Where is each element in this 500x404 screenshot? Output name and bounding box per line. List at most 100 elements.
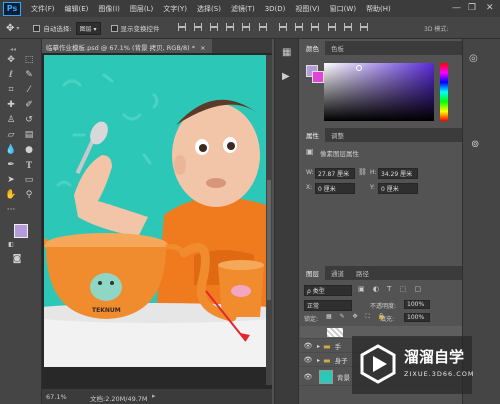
align-middle-icon[interactable] (193, 23, 202, 31)
group-expand-icon[interactable]: ▸ (317, 357, 320, 364)
distribute-right-icon[interactable] (360, 23, 369, 31)
menu-window[interactable]: 窗口(W) (330, 4, 356, 14)
height-field[interactable]: 34.29 厘米 (378, 168, 418, 179)
tab-color[interactable]: 颜色 (300, 41, 325, 55)
marquee-tool-icon[interactable]: ⬚ (22, 54, 36, 67)
crop-tool-icon[interactable]: ⌗ (4, 84, 18, 97)
history-brush-tool-icon[interactable]: ↺ (22, 114, 36, 127)
align-left-icon[interactable] (226, 23, 235, 31)
menu-layer[interactable]: 图层(L) (130, 4, 153, 14)
canvas-scrollbar-thumb[interactable] (267, 180, 271, 300)
opacity-field[interactable]: 100% (404, 300, 430, 309)
tool-preset-chevron-icon[interactable]: ▾ (16, 25, 19, 32)
menu-image[interactable]: 图像(I) (98, 4, 120, 14)
menu-type[interactable]: 文字(Y) (163, 4, 187, 14)
menu-edit[interactable]: 编辑(E) (65, 4, 89, 14)
close-button[interactable]: ✕ (486, 3, 494, 13)
blur-tool-icon[interactable]: 💧 (4, 144, 18, 157)
layer-name[interactable]: 背景 (337, 372, 350, 382)
quick-select-tool-icon[interactable]: ✎ (22, 69, 36, 82)
move-tool-icon[interactable]: ✥ (4, 54, 18, 67)
tab-layers[interactable]: 图层 (300, 266, 325, 280)
zoom-tool-icon[interactable]: ⚲ (22, 189, 36, 202)
distribute-left-icon[interactable] (327, 23, 336, 31)
color-picker-cursor[interactable] (356, 65, 362, 71)
default-colors-icon[interactable]: ◧ (4, 238, 18, 251)
lock-icons[interactable]: ▦ ✎ ✥ ⛶ 🔒 (326, 313, 388, 321)
tab-paths[interactable]: 路径 (350, 266, 375, 280)
blend-mode-dropdown[interactable]: 正常 (304, 300, 352, 311)
site-watermark: 溜溜自学 ZIXUE.3D66.COM (352, 336, 474, 394)
menu-3d[interactable]: 3D(D) (265, 5, 286, 13)
close-document-icon[interactable]: × (200, 44, 205, 52)
auto-select-checkbox[interactable] (33, 24, 41, 32)
dodge-tool-icon[interactable]: ● (22, 144, 36, 157)
hand-tool-icon[interactable]: ✋ (4, 189, 18, 202)
layer-filter-dropdown[interactable]: ρ 类型 (304, 285, 352, 296)
brush-tool-icon[interactable]: ✐ (22, 99, 36, 112)
status-menu-arrow-icon[interactable]: ▸ (152, 392, 156, 400)
align-center-icon[interactable] (242, 23, 251, 31)
distribute-center-icon[interactable] (343, 23, 352, 31)
document-tab[interactable]: 临摹作业模板.psd @ 67.1% (背景 拷贝, RGB/8) * × (42, 39, 212, 53)
properties-panel-tabs: 属性 调整 (300, 128, 462, 142)
align-top-icon[interactable] (177, 23, 186, 31)
path-selection-tool-icon[interactable]: ➤ (4, 174, 18, 187)
layer-visibility-icon[interactable]: 👁 (303, 356, 313, 364)
layer-name[interactable]: 手 (335, 341, 342, 351)
menu-view[interactable]: 视图(V) (295, 4, 319, 14)
menu-select[interactable]: 选择(S) (197, 4, 221, 14)
group-expand-icon[interactable]: ▸ (317, 343, 320, 350)
auto-select-dropdown[interactable]: 图层 ▾ (75, 21, 101, 35)
navigator-panel-icon[interactable]: ⊚ (471, 139, 479, 150)
distribute-bottom-icon[interactable] (311, 23, 320, 31)
minimize-button[interactable]: — (452, 3, 461, 13)
width-field[interactable]: 27.87 厘米 (315, 168, 355, 179)
layer-filter-icons[interactable]: ▣ ◐ T ⬚ ▢ (358, 285, 424, 293)
show-transform-checkbox[interactable] (110, 24, 118, 32)
gradient-tool-icon[interactable]: ▤ (22, 129, 36, 142)
type-tool-icon[interactable]: T (22, 159, 36, 172)
tab-adjustments[interactable]: 调整 (325, 128, 350, 142)
x-field[interactable]: 0 厘米 (315, 183, 355, 194)
history-panel-icon[interactable]: ▦ (282, 47, 291, 58)
tab-channels[interactable]: 通道 (325, 266, 350, 280)
menu-help[interactable]: 帮助(H) (366, 4, 391, 14)
canvas-image[interactable]: TEKNUM (44, 55, 266, 367)
more-tools-icon[interactable]: ··· (4, 204, 18, 217)
link-dimensions-icon[interactable]: ⛓ (358, 168, 367, 176)
layer-visibility-icon[interactable]: 👁 (303, 342, 313, 350)
color-panel-background-swatch[interactable] (312, 71, 324, 83)
actions-panel-icon[interactable]: ▶ (282, 71, 290, 82)
layer-visibility-icon[interactable]: 👁 (303, 373, 313, 381)
foreground-color-swatch[interactable] (14, 224, 28, 238)
restore-button[interactable]: ❐ (468, 3, 476, 13)
align-right-icon[interactable] (258, 23, 267, 31)
rectangle-tool-icon[interactable]: ▭ (22, 174, 36, 187)
width-label: W: (306, 169, 314, 176)
layer-name[interactable]: 身子 (335, 355, 348, 365)
distribute-middle-icon[interactable] (295, 23, 304, 31)
menu-filter[interactable]: 滤镜(T) (231, 4, 255, 14)
height-label: H: (370, 169, 377, 176)
eyedropper-tool-icon[interactable]: ⁄ (22, 84, 36, 97)
move-tool-icon[interactable]: ✥ (6, 23, 14, 34)
tab-properties[interactable]: 属性 (300, 128, 325, 142)
y-field[interactable]: 0 厘米 (378, 183, 418, 194)
clone-stamp-tool-icon[interactable]: ♙ (4, 114, 18, 127)
menu-file[interactable]: 文件(F) (31, 4, 55, 14)
layer-thumbnail (319, 369, 333, 384)
healing-brush-tool-icon[interactable]: ✚ (4, 99, 18, 112)
align-bottom-icon[interactable] (210, 23, 219, 31)
fill-field[interactable]: 100% (404, 313, 430, 322)
pen-tool-icon[interactable]: ✒ (4, 159, 18, 172)
tab-swatches[interactable]: 色板 (325, 41, 350, 55)
quick-mask-icon[interactable]: ◙ (10, 253, 24, 266)
lasso-tool-icon[interactable]: ℓ (4, 69, 18, 82)
distribute-top-icon[interactable] (278, 23, 287, 31)
color-spectrum-field[interactable] (324, 63, 434, 121)
3d-panel-icon[interactable]: ◎ (469, 53, 478, 64)
zoom-level[interactable]: 67.1% (46, 393, 67, 401)
eraser-tool-icon[interactable]: ▱ (4, 129, 18, 142)
hue-slider[interactable] (440, 63, 448, 121)
